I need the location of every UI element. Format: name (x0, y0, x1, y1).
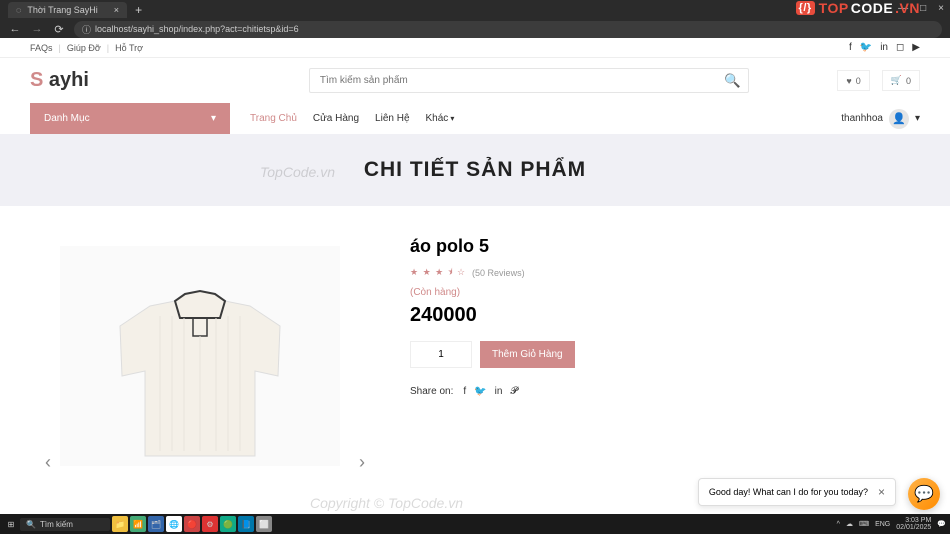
faqs-link[interactable]: FAQs (30, 43, 53, 53)
search-wrapper: 🔍 (309, 68, 749, 93)
reviews-count: (50 Reviews) (472, 268, 525, 278)
tab-favicon: ◌ (16, 5, 21, 15)
taskbar-clock[interactable]: 3:03 PM 02/01/2025 (896, 517, 931, 531)
add-to-cart-button[interactable]: Thêm Giỏ Hàng (480, 341, 575, 368)
heart-icon: ♥ (846, 76, 851, 86)
star-rating: ★ ★ ★ ⯨ ☆ (410, 265, 466, 281)
help-link[interactable]: Giúp Đỡ (67, 43, 101, 53)
page-title-section: TopCode.vn CHI TIẾT SẢN PHẨM (0, 134, 950, 206)
notifications-icon[interactable]: 💬 (937, 520, 946, 528)
product-details: áo polo 5 ★ ★ ★ ⯨ ☆ (50 Reviews) (Còn hà… (410, 236, 920, 476)
nav-other[interactable]: Khác▾ (426, 113, 455, 124)
chat-icon: 💬 (914, 484, 934, 504)
product-gallery: ‹ › (30, 236, 370, 476)
twitter-icon[interactable]: 🐦 (474, 386, 486, 397)
taskbar-app-6[interactable]: ⚙ (202, 516, 218, 532)
avatar: 👤 (889, 109, 909, 129)
product-section: ‹ › áo polo 5 ★ ★ ★ ⯨ ☆ (50 Reviews) (Cò… (0, 206, 950, 506)
taskbar-app-8[interactable]: 📘 (238, 516, 254, 532)
tray-lang[interactable]: ENG (875, 521, 890, 528)
facebook-icon[interactable]: f (463, 386, 466, 397)
logo[interactable]: S ayhi (30, 69, 89, 92)
chat-message: Good day! What can I do for you today? (709, 487, 868, 497)
cart-icon: 🛒 (891, 75, 902, 86)
taskbar-app-7[interactable]: 🟢 (220, 516, 236, 532)
pinterest-icon[interactable]: 𝓟 (510, 386, 517, 397)
close-tab-icon[interactable]: × (114, 5, 119, 15)
nav-shop[interactable]: Cửa Hàng (313, 113, 359, 124)
wishlist-button[interactable]: ♥ 0 (837, 70, 869, 91)
product-name: áo polo 5 (410, 236, 920, 257)
nav-row: Danh Mục ▾ Trang Chủ Cửa Hàng Liên Hệ Kh… (0, 103, 950, 134)
linkedin-icon[interactable]: in (880, 42, 888, 53)
forward-button[interactable]: → (30, 23, 44, 35)
taskbar-search[interactable]: 🔍 Tìm kiếm (20, 518, 110, 531)
chevron-down-icon: ▾ (915, 113, 920, 124)
maximize-button[interactable]: □ (920, 3, 926, 14)
share-row: Share on: f 🐦 in 𝓟 (410, 386, 920, 397)
chat-popup: Good day! What can I do for you today? × (698, 478, 896, 506)
gallery-prev-button[interactable]: ‹ (45, 452, 51, 473)
close-window-button[interactable]: × (938, 3, 944, 14)
header-right: ♥ 0 🛒 0 (837, 70, 920, 91)
taskbar-app-5[interactable]: 🔴 (184, 516, 200, 532)
taskbar-app-1[interactable]: 📁 (112, 516, 128, 532)
tray-cloud-icon[interactable]: ☁ (846, 520, 853, 528)
taskbar-app-3[interactable]: 🗂 (148, 516, 164, 532)
social-icons: f 🐦 in ◻ ▶ (849, 42, 920, 53)
nav-contact[interactable]: Liên Hệ (375, 113, 409, 124)
chevron-down-icon: ▾ (211, 113, 216, 124)
taskbar-app-2[interactable]: 📶 (130, 516, 146, 532)
tray-keyboard-icon[interactable]: ⌨ (859, 520, 869, 528)
gallery-next-button[interactable]: › (359, 452, 365, 473)
support-link[interactable]: Hỗ Trợ (115, 43, 143, 53)
nav-links: Trang Chủ Cửa Hàng Liên Hệ Khác▾ (230, 103, 474, 134)
site-info-icon[interactable]: ⓘ (82, 23, 91, 36)
cart-button[interactable]: 🛒 0 (882, 70, 920, 91)
tray-chevron-icon[interactable]: ^ (837, 521, 840, 528)
reload-button[interactable]: ⟳ (52, 23, 66, 36)
taskbar-chrome[interactable]: 🌐 (166, 516, 182, 532)
browser-tab[interactable]: ◌ Thời Trang SayHi × (8, 2, 127, 18)
taskbar-app-9[interactable]: ⬜ (256, 516, 272, 532)
utility-links: FAQs | Giúp Đỡ | Hỗ Trợ (30, 43, 143, 53)
address-bar[interactable]: ⓘ localhost/sayhi_shop/index.php?act=chi… (74, 21, 942, 38)
facebook-icon[interactable]: f (849, 42, 852, 53)
stock-status: (Còn hàng) (410, 287, 920, 298)
address-bar-row: ← → ⟳ ⓘ localhost/sayhi_shop/index.php?a… (0, 20, 950, 38)
search-input[interactable] (309, 68, 749, 93)
search-button[interactable]: 🔍 (724, 73, 741, 89)
twitter-icon[interactable]: 🐦 (860, 42, 872, 53)
back-button[interactable]: ← (8, 23, 22, 35)
rating-row: ★ ★ ★ ⯨ ☆ (50 Reviews) (410, 265, 920, 281)
linkedin-icon[interactable]: in (495, 386, 503, 397)
chat-fab-button[interactable]: 💬 (908, 478, 940, 510)
user-menu[interactable]: thanhhoa 👤 ▾ (841, 103, 920, 134)
share-label: Share on: (410, 386, 453, 397)
cart-row: Thêm Giỏ Hàng (410, 341, 920, 368)
url-text: localhost/sayhi_shop/index.php?act=chiti… (95, 24, 299, 34)
utility-bar: FAQs | Giúp Đỡ | Hỗ Trợ f 🐦 in ◻ ▶ (0, 38, 950, 58)
youtube-icon[interactable]: ▶ (912, 42, 920, 53)
nav-home[interactable]: Trang Chủ (250, 113, 297, 124)
chat-close-button[interactable]: × (878, 485, 885, 499)
taskbar: ⊞ 🔍 Tìm kiếm 📁 📶 🗂 🌐 🔴 ⚙ 🟢 📘 ⬜ ^ ☁ ⌨ ENG… (0, 514, 950, 534)
category-dropdown[interactable]: Danh Mục ▾ (30, 103, 230, 134)
search-icon: 🔍 (26, 520, 36, 529)
topcode-overlay: {/} TOPCODE.VN (796, 0, 920, 16)
topcode-icon: {/} (796, 1, 815, 15)
taskbar-tray: ^ ☁ ⌨ ENG 3:03 PM 02/01/2025 💬 (837, 517, 946, 531)
page-title: CHI TIẾT SẢN PHẨM (0, 158, 950, 182)
quantity-input[interactable] (410, 341, 472, 368)
chevron-down-icon: ▾ (450, 114, 454, 123)
tab-title: Thời Trang SayHi (27, 5, 97, 15)
header: S ayhi 🔍 ♥ 0 🛒 0 (0, 58, 950, 103)
instagram-icon[interactable]: ◻ (896, 42, 904, 53)
product-price: 240000 (410, 304, 920, 327)
product-image (60, 246, 340, 466)
new-tab-button[interactable]: + (135, 3, 142, 17)
start-button[interactable]: ⊞ (4, 517, 18, 531)
share-icons: f 🐦 in 𝓟 (463, 386, 517, 397)
